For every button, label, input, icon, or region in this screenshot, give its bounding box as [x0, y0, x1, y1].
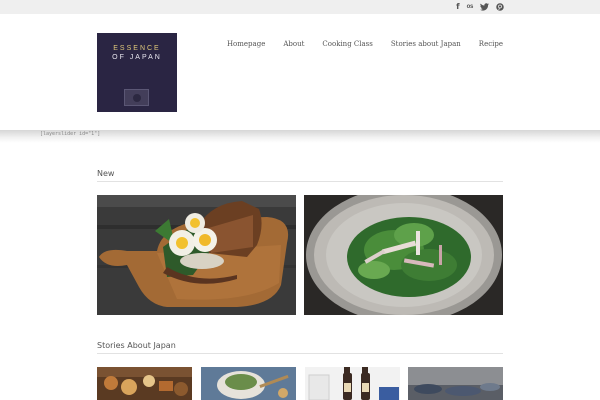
market-photo: [408, 367, 503, 400]
logo-flag-icon: [124, 89, 149, 106]
logo-text-line1: ESSENCE: [113, 45, 161, 52]
nav-item-about[interactable]: About: [274, 40, 313, 48]
oden-photo: [97, 367, 192, 400]
new-post-image-sandwich[interactable]: [97, 195, 296, 315]
section-title-new: New: [97, 169, 503, 182]
nav-item-recipe[interactable]: Recipe: [470, 40, 503, 48]
new-post-image-salad[interactable]: [304, 195, 503, 315]
sake-bottles-photo: [305, 367, 400, 400]
section-title-stories: Stories About Japan: [97, 341, 503, 354]
egg-sandwich-photo: [97, 195, 296, 315]
story-image-oden[interactable]: [97, 367, 192, 400]
bowl-dish-photo: [201, 367, 296, 400]
nav-item-cooking-class[interactable]: Cooking Class: [313, 40, 381, 48]
pinterest-icon[interactable]: [496, 2, 504, 12]
twitter-icon[interactable]: [480, 2, 489, 12]
facebook-icon[interactable]: f: [456, 2, 459, 12]
slider-band: [layerslider id="1"]: [0, 130, 600, 143]
story-image-market[interactable]: [408, 367, 503, 400]
story-image-bowl[interactable]: [201, 367, 296, 400]
lastfm-icon[interactable]: os: [467, 2, 474, 12]
logo-text-line2: OF JAPAN: [112, 54, 162, 61]
slider-shortcode-text: [layerslider id="1"]: [40, 131, 101, 137]
story-image-sake[interactable]: [305, 367, 400, 400]
top-social-bar: f os: [0, 0, 600, 14]
herb-salad-photo: [304, 195, 503, 315]
social-links: f os: [456, 2, 504, 12]
main-navigation: Homepage About Cooking Class Stories abo…: [218, 40, 503, 48]
nav-item-homepage[interactable]: Homepage: [218, 40, 274, 48]
site-logo[interactable]: ESSENCE OF JAPAN: [97, 33, 177, 112]
nav-item-stories-about-japan[interactable]: Stories about Japan: [382, 40, 470, 48]
site-header: ESSENCE OF JAPAN Homepage About Cooking …: [0, 14, 600, 130]
